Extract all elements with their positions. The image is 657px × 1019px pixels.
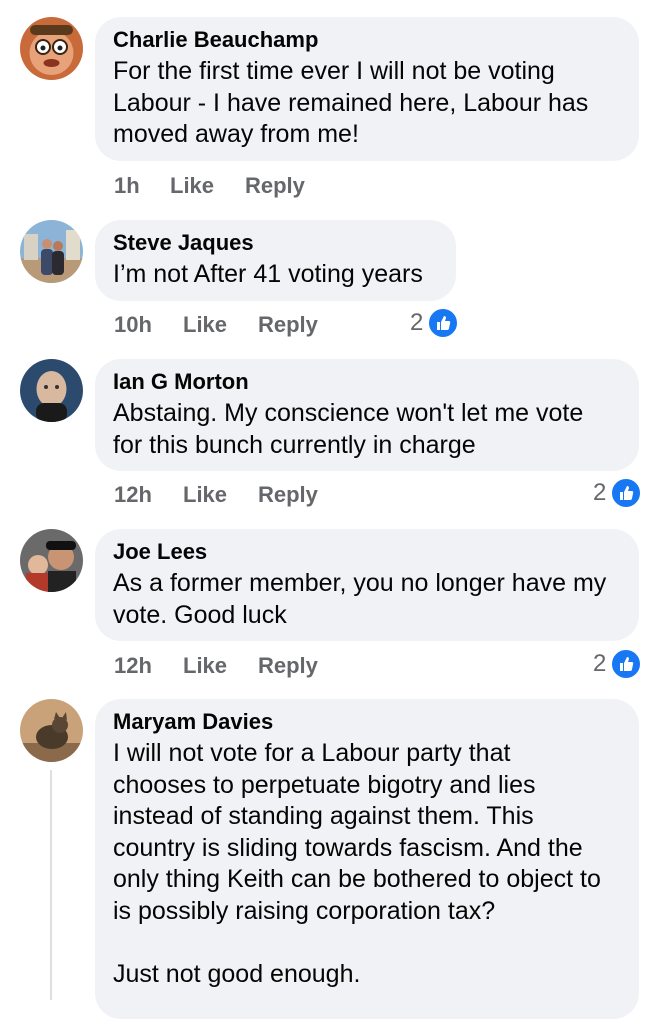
comment-timestamp[interactable]: 12h — [114, 480, 152, 510]
comment-author[interactable]: Ian G Morton — [113, 369, 619, 395]
cat-photo-avatar-icon — [20, 699, 83, 762]
people-photo-avatar-icon — [20, 529, 83, 592]
reaction-summary[interactable]: 2 — [410, 307, 460, 339]
reply-thread-line — [50, 770, 52, 1000]
comment-actions: 10h Like Reply — [114, 310, 414, 340]
avatar[interactable] — [20, 529, 83, 592]
avatar[interactable] — [20, 359, 83, 422]
comment-bubble: Joe Lees As a former member, you no long… — [95, 529, 639, 641]
reply-button[interactable]: Reply — [245, 171, 305, 201]
comment-bubble: Steve Jaques I’m not After 41 voting yea… — [95, 220, 456, 301]
avatar[interactable] — [20, 699, 83, 762]
like-reaction-icon — [610, 648, 643, 680]
like-button[interactable]: Like — [183, 480, 227, 510]
comment-actions: 12h Like Reply — [114, 651, 414, 681]
reaction-count: 2 — [410, 309, 424, 336]
comment-author[interactable]: Maryam Davies — [113, 709, 619, 735]
comment-text: I’m not After 41 voting years — [113, 260, 423, 288]
comment-bubble: Maryam Davies I will not vote for a Labo… — [95, 699, 639, 1019]
comment-text: I will not vote for a Labour party that … — [113, 739, 601, 988]
reply-button[interactable]: Reply — [258, 651, 318, 681]
comment-text: As a former member, you no longer have m… — [113, 569, 607, 629]
reaction-summary[interactable]: 2 — [593, 477, 643, 509]
comment-author[interactable]: Steve Jaques — [113, 230, 436, 256]
reaction-count: 2 — [593, 479, 607, 506]
reaction-summary[interactable]: 2 — [593, 648, 643, 680]
comment-author[interactable]: Charlie Beauchamp — [113, 27, 619, 53]
reaction-count: 2 — [593, 650, 607, 677]
cartoon-face-avatar-icon — [20, 17, 83, 80]
like-reaction-icon — [427, 307, 460, 339]
comment-actions: 1h Like Reply — [114, 171, 414, 201]
like-button[interactable]: Like — [170, 171, 214, 201]
comment-author[interactable]: Joe Lees — [113, 539, 619, 565]
reply-button[interactable]: Reply — [258, 480, 318, 510]
like-reaction-icon — [610, 477, 643, 509]
comment-timestamp[interactable]: 10h — [114, 310, 152, 340]
like-button[interactable]: Like — [183, 651, 227, 681]
comment-bubble: Charlie Beauchamp For the first time eve… — [95, 17, 639, 161]
man-photo-avatar-icon — [20, 359, 83, 422]
comment-timestamp[interactable]: 1h — [114, 171, 140, 201]
comment-text: For the first time ever I will not be vo… — [113, 57, 589, 148]
couple-photo-avatar-icon — [20, 220, 83, 283]
comment-bubble: Ian G Morton Abstaing. My conscience won… — [95, 359, 639, 471]
avatar[interactable] — [20, 220, 83, 283]
like-button[interactable]: Like — [183, 310, 227, 340]
comment-text: Abstaing. My conscience won't let me vot… — [113, 399, 584, 459]
comment-actions: 12h Like Reply — [114, 480, 414, 510]
avatar[interactable] — [20, 17, 83, 80]
comment-timestamp[interactable]: 12h — [114, 651, 152, 681]
reply-button[interactable]: Reply — [258, 310, 318, 340]
